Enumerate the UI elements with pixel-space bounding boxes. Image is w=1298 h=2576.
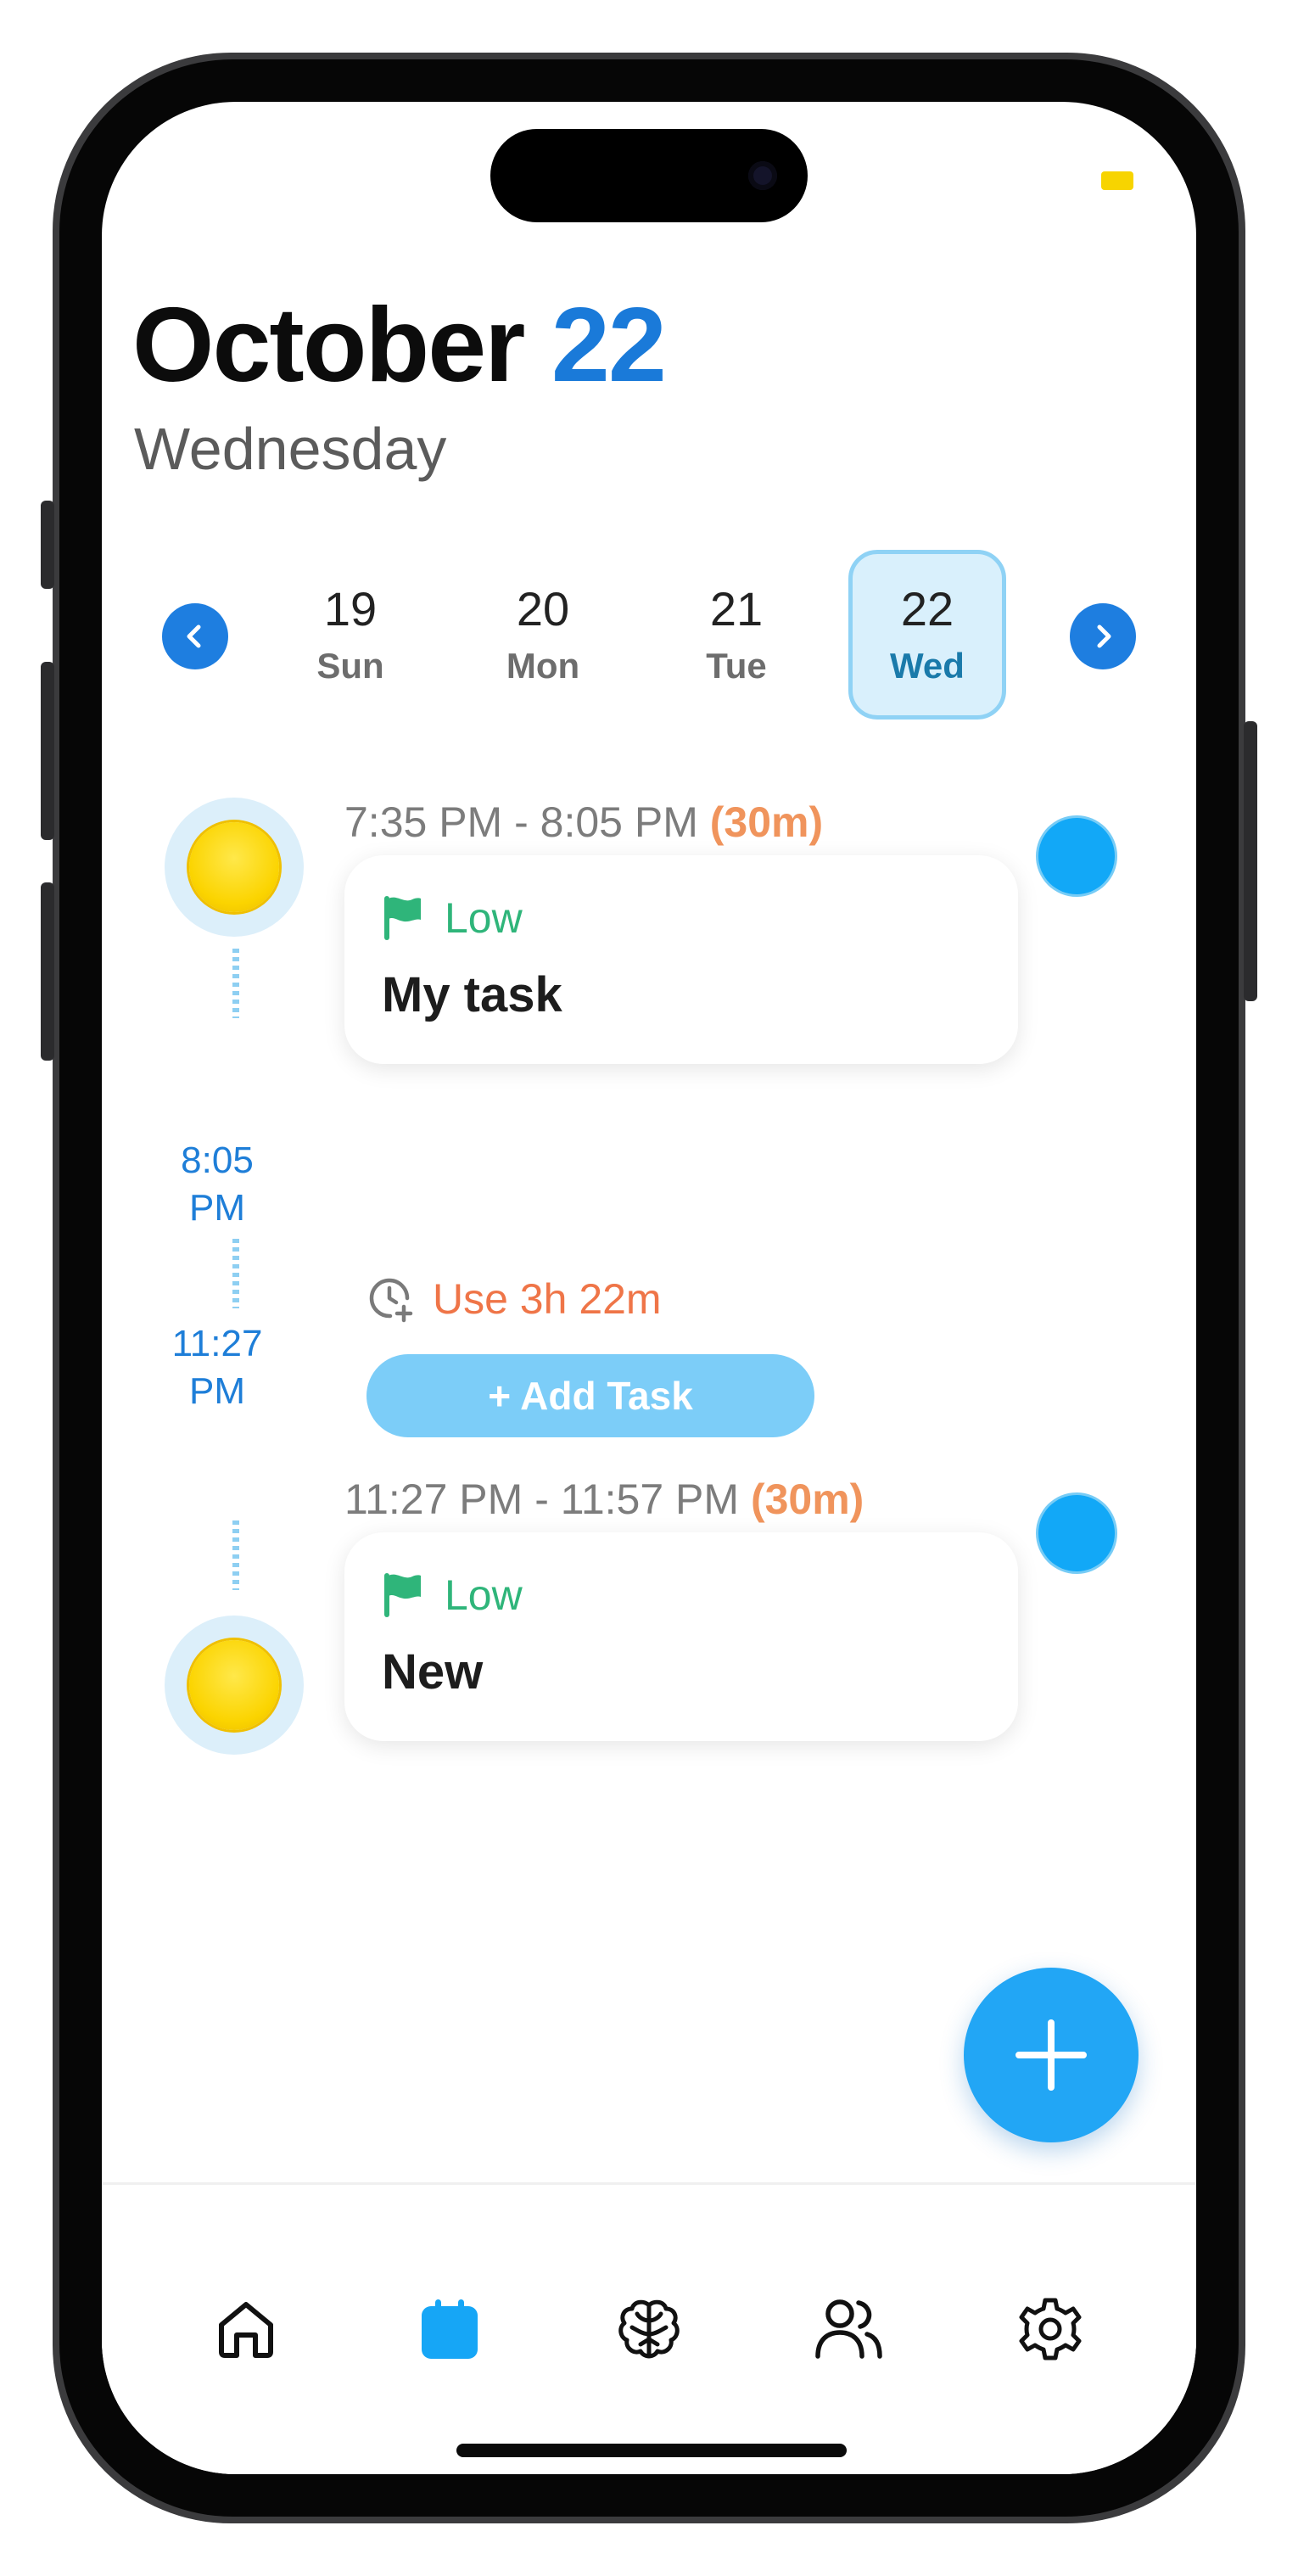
date-cell-22-selected[interactable]: 22 Wed <box>848 550 1006 720</box>
timeline-connector <box>232 1520 239 1590</box>
tab-home[interactable] <box>204 2287 288 2372</box>
task-card[interactable]: Low New <box>344 1532 1018 1741</box>
month-label: October <box>132 287 525 404</box>
home-icon <box>219 2302 273 2358</box>
date-weekday: Mon <box>506 646 580 686</box>
timeline-connector <box>232 1239 239 1308</box>
next-week-button[interactable] <box>1070 603 1136 669</box>
task-duration: (30m) <box>750 1476 864 1523</box>
date-number: 19 <box>323 582 378 636</box>
status-indicator <box>1101 171 1133 190</box>
tab-settings[interactable] <box>1008 2287 1093 2372</box>
home-indicator[interactable] <box>456 2444 847 2457</box>
priority-badge: Low <box>382 1571 523 1619</box>
phone-screen: October 22 Wednesday 19 Sun 20 Mon 21 Tu… <box>102 102 1196 2474</box>
free-slot-start-ampm: PM <box>189 1187 245 1229</box>
free-slot-end-ampm: PM <box>189 1370 245 1412</box>
tab-bar <box>102 2182 1196 2474</box>
page-title: October 22 <box>132 293 667 398</box>
task-status-button[interactable] <box>1038 818 1115 894</box>
weekday-subtitle: Wednesday <box>134 416 447 482</box>
chevron-left-icon <box>187 624 201 648</box>
free-slot-end-time: 11:27 <box>171 1323 263 1364</box>
date-number: 22 <box>900 582 954 636</box>
gear-icon <box>1019 2298 1082 2360</box>
camera-icon <box>748 161 777 190</box>
prev-week-button[interactable] <box>162 603 228 669</box>
date-cell-19[interactable]: 19 Sun <box>271 550 429 720</box>
task-time: 7:35 PM - 8:05 PM <box>344 798 698 846</box>
task-title: My task <box>382 967 562 1022</box>
clock-plus-icon <box>369 1278 413 1323</box>
day-number: 22 <box>551 287 667 404</box>
task-time-range: 7:35 PM - 8:05 PM (30m) <box>344 801 823 843</box>
task-time: 11:27 PM - 11:57 PM <box>344 1476 740 1523</box>
date-weekday: Wed <box>890 646 965 686</box>
use-time-label: Use 3h 22m <box>433 1275 662 1323</box>
free-slot-end: 11:27 PM <box>161 1320 273 1415</box>
add-task-button[interactable]: + Add Task <box>366 1354 814 1437</box>
tab-people[interactable] <box>806 2287 891 2372</box>
date-number: 20 <box>516 582 570 636</box>
timeline-connector <box>232 949 239 1018</box>
flag-icon <box>384 896 421 940</box>
task-status-button[interactable] <box>1038 1495 1115 1571</box>
chevron-right-icon <box>1097 624 1111 648</box>
volume-down-button <box>41 882 54 1061</box>
free-slot-start-time: 8:05 <box>181 1140 254 1181</box>
use-time-row: Use 3h 22m <box>365 1273 662 1325</box>
tab-brain[interactable] <box>607 2287 691 2372</box>
free-slot-start: 8:05 PM <box>161 1137 273 1232</box>
add-button[interactable] <box>964 1968 1139 2142</box>
task-time-marker <box>165 798 304 937</box>
tab-calendar[interactable] <box>407 2287 492 2372</box>
priority-label: Low <box>445 1571 523 1619</box>
plus-icon <box>1015 2019 1087 2091</box>
users-icon <box>815 2299 882 2359</box>
priority-badge: Low <box>382 894 523 942</box>
dynamic-island <box>490 129 808 222</box>
task-title: New <box>382 1644 484 1700</box>
priority-label: Low <box>445 894 523 942</box>
sun-icon <box>189 822 279 912</box>
task-time-marker <box>165 1616 304 1755</box>
task-duration: (30m) <box>709 798 824 846</box>
action-button <box>41 501 54 589</box>
date-weekday: Tue <box>706 646 767 686</box>
date-cell-21[interactable]: 21 Tue <box>657 550 815 720</box>
task-card[interactable]: Low My task <box>344 855 1018 1064</box>
volume-up-button <box>41 662 54 840</box>
calendar-icon <box>422 2299 478 2359</box>
date-weekday: Sun <box>316 646 384 686</box>
flag-icon <box>384 1573 421 1617</box>
task-time-range: 11:27 PM - 11:57 PM (30m) <box>344 1478 864 1520</box>
brain-icon <box>618 2299 680 2359</box>
power-button <box>1244 721 1257 1001</box>
sun-icon <box>189 1640 279 1730</box>
date-number: 21 <box>709 582 764 636</box>
date-cell-20[interactable]: 20 Mon <box>464 550 622 720</box>
